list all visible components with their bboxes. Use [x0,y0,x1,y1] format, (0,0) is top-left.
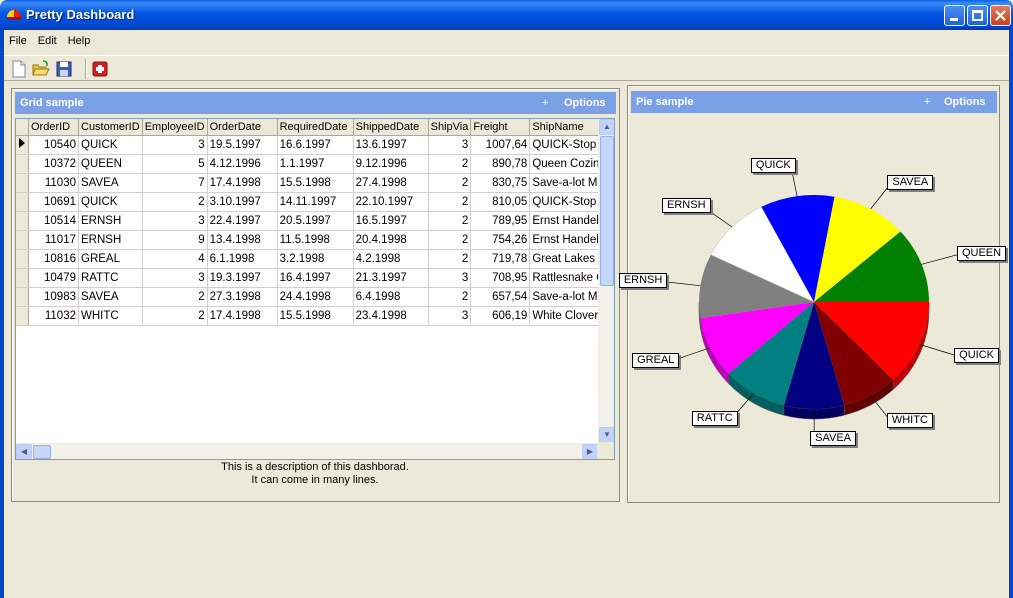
pie-slice-label: QUEEN [956,245,1007,261]
pie-slice-label: QUICK [750,158,796,174]
pie-slice-label: ERNSH [662,197,711,213]
pie-slice-label: SAVEA [887,174,934,190]
pie-slice-label: GREAL [632,352,680,368]
pie-slice-label: WHITC [886,413,933,429]
pie-leader-line [919,344,959,357]
pie-chart [658,166,962,440]
pie-slice-label: SAVEA [810,430,857,446]
pie-slice-label: ERNSH [618,273,668,289]
pie-slice-label: QUICK [954,348,999,364]
pie-slice-label: RATTC [691,410,738,426]
pie-leader-line [921,253,962,265]
